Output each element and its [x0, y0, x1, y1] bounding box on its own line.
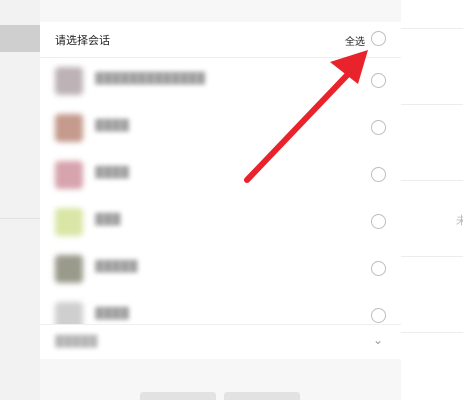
- contact-name: ▓▓▓▓: [95, 119, 129, 132]
- confirm-button[interactable]: [140, 392, 216, 400]
- background-selected-item: [0, 25, 40, 52]
- contact-name: ▓▓▓▓▓: [95, 260, 138, 273]
- footer-label: ▓▓▓▓▓: [55, 335, 98, 348]
- list-item[interactable]: ▓▓▓▓▓: [40, 246, 401, 293]
- avatar: [55, 114, 83, 142]
- background-divider: [400, 332, 463, 333]
- background-divider: [400, 256, 463, 257]
- select-radio[interactable]: [371, 308, 386, 323]
- contact-name: ▓▓▓▓▓▓▓▓▓▓▓▓▓: [95, 72, 205, 85]
- avatar: [55, 67, 83, 95]
- dialog-top-spacer: [40, 0, 401, 22]
- background-divider: [400, 28, 463, 29]
- dialog-header: 请选择会话 全选: [40, 22, 401, 58]
- select-radio[interactable]: [371, 73, 386, 88]
- select-radio[interactable]: [371, 214, 386, 229]
- list-item[interactable]: ▓▓▓▓▓▓▓▓▓▓▓▓▓: [40, 58, 401, 105]
- avatar: [55, 208, 83, 236]
- avatar: [55, 161, 83, 189]
- background-divider: [0, 218, 40, 219]
- list-item[interactable]: ▓▓▓▓: [40, 293, 401, 324]
- avatar: [55, 302, 83, 324]
- dialog-footer-dropdown[interactable]: ▓▓▓▓▓ ⌄: [40, 324, 401, 359]
- avatar: [55, 255, 83, 283]
- select-conversation-dialog: 请选择会话 全选 ▓▓▓▓▓▓▓▓▓▓▓▓▓ ▓▓▓▓ ▓▓▓▓ ▓▓▓ ▓▓▓…: [40, 0, 401, 400]
- cancel-button[interactable]: [224, 392, 300, 400]
- select-all-radio[interactable]: [371, 31, 386, 46]
- background-text-fragment: 未: [456, 214, 463, 227]
- select-radio[interactable]: [371, 261, 386, 276]
- dialog-title: 请选择会话: [55, 34, 110, 47]
- select-radio[interactable]: [371, 120, 386, 135]
- background-divider: [400, 180, 463, 181]
- list-item[interactable]: ▓▓▓▓: [40, 152, 401, 199]
- background-divider: [400, 104, 463, 105]
- contact-name: ▓▓▓▓: [95, 307, 129, 320]
- chevron-down-icon[interactable]: ⌄: [373, 333, 383, 347]
- select-all-label[interactable]: 全选: [345, 33, 365, 48]
- background-right-pane: [400, 0, 463, 400]
- select-radio[interactable]: [371, 167, 386, 182]
- conversation-list: ▓▓▓▓▓▓▓▓▓▓▓▓▓ ▓▓▓▓ ▓▓▓▓ ▓▓▓ ▓▓▓▓▓ ▓▓▓▓: [40, 58, 401, 324]
- list-item[interactable]: ▓▓▓: [40, 199, 401, 246]
- background-left-pane: [0, 0, 40, 400]
- contact-name: ▓▓▓: [95, 213, 121, 226]
- contact-name: ▓▓▓▓: [95, 166, 129, 179]
- list-item[interactable]: ▓▓▓▓: [40, 105, 401, 152]
